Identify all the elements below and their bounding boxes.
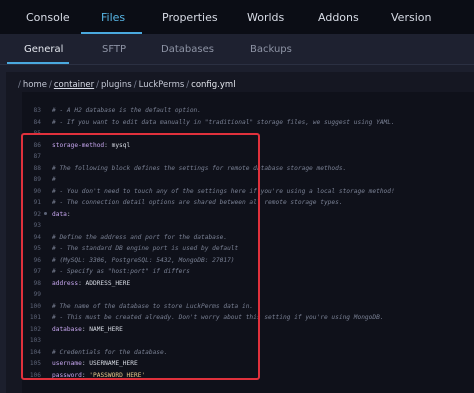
line-number: 84	[33, 118, 41, 126]
code-line: 84 # - If you want to edit data manually …	[22, 117, 474, 128]
code-line: 83 # - A H2 database is the default optio…	[22, 105, 474, 116]
highlight-box	[21, 133, 260, 380]
top-navigation: Console Files Properties Worlds Addons V…	[0, 0, 474, 34]
tab-console[interactable]: Console	[26, 0, 70, 34]
code-text: # - If you want to edit data manually in…	[52, 118, 395, 126]
line-number: 83	[33, 107, 41, 114]
breadcrumb-plugins[interactable]: plugins	[101, 80, 132, 90]
subtab-general[interactable]: General	[24, 34, 63, 64]
breadcrumb-container[interactable]: container	[54, 80, 94, 90]
code-text: # - A H2 database is the default option.	[52, 107, 202, 114]
tab-worlds[interactable]: Worlds	[247, 0, 284, 34]
subtab-databases[interactable]: Databases	[161, 34, 214, 64]
subtab-backups[interactable]: Backups	[250, 34, 292, 64]
subtab-sftp[interactable]: SFTP	[102, 34, 126, 64]
tab-files[interactable]: Files	[101, 0, 125, 34]
breadcrumb: / home / container / plugins / LuckPerms / config…	[18, 80, 236, 90]
tab-version[interactable]: Version	[391, 0, 431, 34]
tab-addons[interactable]: Addons	[318, 0, 359, 34]
tab-properties[interactable]: Properties	[162, 0, 218, 34]
active-subtab-indicator	[7, 62, 69, 64]
breadcrumb-luckperms[interactable]: LuckPerms	[139, 80, 185, 90]
sub-navigation: General SFTP Databases Backups	[0, 34, 474, 65]
breadcrumb-current-file: config.yml	[191, 80, 236, 90]
breadcrumb-home[interactable]: home	[23, 80, 47, 90]
